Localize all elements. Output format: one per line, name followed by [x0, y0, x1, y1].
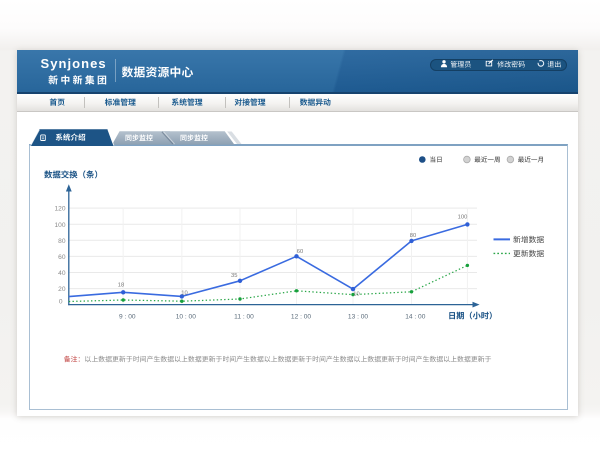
svg-text:80: 80 — [58, 238, 66, 245]
svg-text:9 : 00: 9 : 00 — [119, 314, 136, 321]
svg-text:20: 20 — [58, 286, 66, 293]
svg-text:40: 40 — [58, 270, 66, 277]
svg-text:120: 120 — [54, 206, 65, 213]
svg-text:60: 60 — [58, 254, 66, 261]
svg-text:12 : 00: 12 : 00 — [291, 314, 311, 321]
svg-text:60: 60 — [297, 249, 303, 255]
svg-text:10: 10 — [353, 291, 359, 297]
svg-text:13 : 00: 13 : 00 — [348, 314, 368, 321]
svg-text:100: 100 — [458, 215, 468, 221]
svg-text:18: 18 — [118, 282, 124, 288]
svg-text:10: 10 — [181, 291, 187, 297]
svg-text:10 : 00: 10 : 00 — [176, 314, 196, 321]
svg-text:11 : 00: 11 : 00 — [234, 314, 254, 321]
svg-text:14 : 00: 14 : 00 — [405, 314, 425, 321]
svg-text:80: 80 — [410, 233, 416, 239]
svg-text:100: 100 — [54, 222, 65, 229]
svg-text:35: 35 — [231, 273, 237, 279]
svg-text:0: 0 — [59, 298, 63, 305]
